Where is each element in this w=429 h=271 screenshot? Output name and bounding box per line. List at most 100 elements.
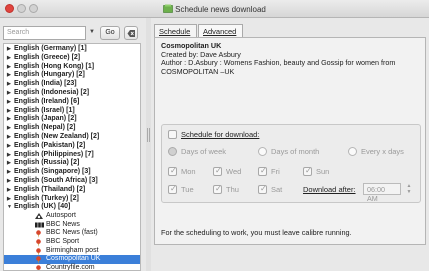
tree-recipe-label: BBC Sport [46, 238, 80, 245]
day-checkbox-fri[interactable] [258, 166, 267, 176]
recipe-author-line2: COSMOPOLITAN –UK [161, 66, 235, 76]
tree-recipe-row[interactable]: BBC Sport [4, 238, 140, 247]
collapsed-arrow-icon[interactable]: ▶ [7, 177, 11, 186]
day-checkbox-sat[interactable] [258, 184, 267, 194]
day-label-wed: Wed [226, 167, 242, 176]
autosport-icon [35, 213, 43, 220]
tree-language-row[interactable]: ▶ English (Pakistan) [2] [4, 142, 140, 151]
tree-language-label: English (Indonesia) [2] [14, 89, 90, 96]
day-checkbox-wed[interactable] [213, 166, 222, 176]
tree-language-row[interactable]: ▶ English (Philippines) [7] [4, 151, 140, 160]
time-stepper-icon[interactable]: ▲ ▼ [405, 183, 413, 195]
day-label-mon: Mon [181, 167, 196, 176]
tree-language-row[interactable]: ▶ English (Japan) [2] [4, 115, 140, 124]
collapsed-arrow-icon[interactable]: ▶ [7, 195, 11, 204]
radio-every-x-days-label: Every x days [361, 147, 404, 156]
collapsed-arrow-icon[interactable]: ▶ [7, 142, 11, 151]
tree-recipe-row[interactable]: Autosport [4, 212, 140, 221]
tree-language-row[interactable]: ▼ English (UK) [40] [4, 203, 140, 212]
day-checkbox-tue[interactable] [168, 184, 177, 194]
collapsed-arrow-icon[interactable]: ▶ [7, 168, 11, 177]
tab-advanced[interactable]: Advanced [198, 24, 243, 37]
tree-language-row[interactable]: ▶ English (India) [23] [4, 80, 140, 89]
search-input[interactable]: Search [3, 26, 86, 40]
tree-language-row[interactable]: ▶ English (Hungary) [2] [4, 71, 140, 80]
tree-language-row[interactable]: ▶ English (Greece) [2] [4, 54, 140, 63]
day-label-sun: Sun [316, 167, 330, 176]
download-after-time-input[interactable]: 06:00 AM [363, 183, 401, 203]
tree-language-row[interactable]: ▶ English (Hong Kong) [1] [4, 63, 140, 72]
tree-language-row[interactable]: ▶ English (Ireland) [6] [4, 98, 140, 107]
tree-language-row[interactable]: ▶ English (Singapore) [3] [4, 168, 140, 177]
tab-advanced-label: Advanced [203, 27, 237, 36]
tree-language-row[interactable]: ▶ English (Thailand) [2] [4, 186, 140, 195]
day-checkbox-thu[interactable] [213, 184, 222, 194]
radio-days-of-week[interactable] [168, 147, 177, 156]
download-after-label: Download after: [303, 185, 356, 194]
tree-recipe-row[interactable]: Birmingham post [4, 247, 140, 256]
tree-language-row[interactable]: ▶ English (Indonesia) [2] [4, 89, 140, 98]
tree-language-row[interactable]: ▶ English (Israel) [1] [4, 107, 140, 116]
collapsed-arrow-icon[interactable]: ▶ [7, 63, 11, 72]
day-checkbox-sun[interactable] [303, 166, 312, 176]
tree-recipe-label: BBC News (fast) [46, 229, 98, 237]
pin-icon [35, 247, 43, 256]
collapsed-arrow-icon[interactable]: ▶ [7, 89, 11, 98]
day-checkbox-mon[interactable] [168, 166, 177, 176]
collapsed-arrow-icon[interactable]: ▶ [7, 107, 11, 116]
pin-icon [35, 256, 43, 265]
schedule-enable-label[interactable]: Schedule for download: [181, 130, 259, 139]
tree-language-row[interactable]: ▶ English (Nepal) [2] [4, 124, 140, 133]
pin-icon [35, 265, 43, 270]
download-after-label-text: Download after: [303, 185, 356, 194]
tree-language-label: English (Singapore) [3] [14, 168, 91, 176]
tree-recipe-row[interactable]: Countryfile.com [4, 264, 140, 270]
bbc-icon [35, 222, 44, 229]
recipe-tree[interactable]: ▶ English (Germany) [1] ▶ English (Greece) … [3, 43, 141, 271]
calibre-app-icon [163, 4, 173, 13]
collapsed-arrow-icon[interactable]: ▶ [7, 186, 11, 195]
search-history-dropdown-icon[interactable]: ▼ [89, 29, 97, 37]
tree-language-label: English (UK) [40] [14, 203, 71, 211]
tree-recipe-row[interactable]: BBC News [4, 221, 140, 230]
tree-language-row[interactable]: ▶ English (Turkey) [2] [4, 195, 140, 204]
tree-language-row[interactable]: ▶ English (Germany) [1] [4, 45, 140, 54]
tree-recipe-row[interactable]: BBC News (fast) [4, 229, 140, 239]
collapsed-arrow-icon[interactable]: ▶ [7, 71, 11, 80]
tab-schedule-label: Schedule [159, 27, 191, 36]
go-button[interactable]: Go [100, 26, 120, 40]
radio-every-x-days[interactable] [348, 147, 357, 156]
schedule-enable-checkbox[interactable] [168, 130, 177, 139]
tree-language-row[interactable]: ▶ English (Russia) [2] [4, 159, 140, 168]
tree-recipe-label: BBC News [46, 220, 80, 228]
radio-days-of-month[interactable] [258, 147, 267, 156]
pin-icon [35, 239, 43, 247]
tree-recipe-label: Cosmopolitan UK [46, 255, 101, 263]
tree-language-label: English (Hungary) [2] [14, 71, 85, 79]
recipe-info: Cosmopolitan UK Created by: Dave Asbury … [161, 41, 395, 76]
tree-language-row[interactable]: ▶ English (South Africa) [3] [4, 177, 140, 186]
tree-language-label: English (India) [23] [14, 80, 77, 88]
collapsed-arrow-icon[interactable]: ▶ [7, 45, 11, 54]
collapsed-arrow-icon[interactable]: ▶ [7, 98, 11, 107]
window-title-group: Schedule news download [0, 4, 429, 14]
schedule-options-group: Schedule for download: Days of week Days… [161, 124, 421, 203]
splitter-grip[interactable] [147, 128, 150, 142]
tab-schedule[interactable]: Schedule [154, 24, 197, 37]
collapsed-arrow-icon[interactable]: ▶ [7, 115, 11, 124]
collapsed-arrow-icon[interactable]: ▶ [7, 54, 11, 63]
tree-language-label: English (New Zealand) [2] [14, 133, 100, 140]
collapsed-arrow-icon[interactable]: ▶ [7, 124, 11, 133]
collapsed-arrow-icon[interactable]: ▶ [7, 159, 11, 168]
scheduling-note: For the scheduling to work, you must lea… [161, 228, 352, 237]
day-label-thu: Thu [226, 185, 239, 194]
collapsed-arrow-icon[interactable]: ▶ [7, 151, 11, 160]
tree-language-row[interactable]: ▶ English (New Zealand) [2] [4, 133, 140, 142]
collapsed-arrow-icon[interactable]: ▶ [7, 133, 11, 142]
tree-language-label: English (Nepal) [2] [14, 124, 76, 132]
tree-recipe-row[interactable]: Cosmopolitan UK [4, 255, 140, 265]
tree-language-label: English (Germany) [1] [14, 45, 87, 52]
clear-search-button[interactable] [124, 26, 138, 40]
expanded-arrow-icon[interactable]: ▼ [7, 203, 12, 212]
collapsed-arrow-icon[interactable]: ▶ [7, 80, 11, 89]
